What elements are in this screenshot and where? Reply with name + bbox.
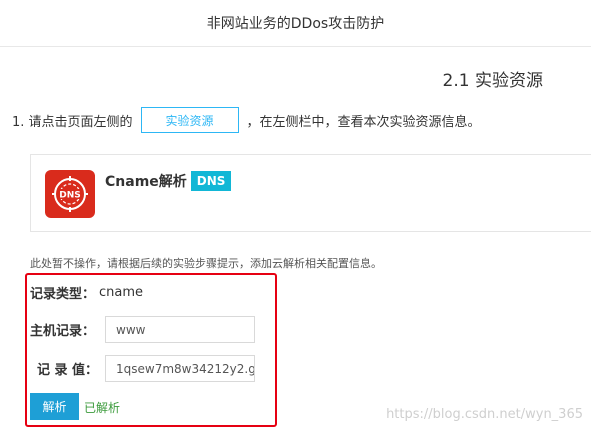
record-type-row: 记录类型： cname — [30, 283, 143, 302]
host-record-field[interactable]: www — [105, 316, 255, 343]
section-title: 2.1 实验资源 — [442, 71, 543, 91]
record-value-field[interactable]: 1qsew7m8w34212y2.g — [105, 355, 255, 382]
record-value-label: 记 录 值： — [37, 363, 99, 378]
page-header: 非网站业务的DDos攻击防护 — [0, 0, 591, 47]
record-type-label: 记录类型： — [30, 287, 96, 302]
dns-logo-text: DNS — [59, 191, 81, 201]
parse-status: 已解析 — [84, 401, 121, 415]
step-prefix: 1. 请点击页面左侧的 — [12, 114, 133, 130]
record-type-value: cname — [99, 285, 144, 300]
host-record-label: 主机记录： — [30, 324, 96, 339]
resource-name: Cname解析 DNS — [105, 171, 232, 191]
step-suffix: ，在左侧栏中，查看本次实验资源信息。 — [246, 114, 481, 130]
hint-text: 此处暂不操作，请根据后续的实验步骤提示，添加云解析相关配置信息。 — [30, 257, 382, 270]
parse-button[interactable]: 解析 — [30, 393, 79, 420]
page-title: 非网站业务的DDos攻击防护 — [206, 16, 385, 32]
resource-card: DNS Cname解析 DNS — [30, 154, 591, 232]
step-instruction: 1. 请点击页面左侧的 实验资源 ，在左侧栏中，查看本次实验资源信息。 — [12, 107, 481, 133]
experiment-resources-button[interactable]: 实验资源 — [140, 107, 239, 133]
watermark: https://blog.csdn.net/wyn_365 — [386, 407, 583, 422]
record-value-row: 记 录 值： — [37, 359, 98, 378]
dns-logo-icon: DNS — [45, 170, 95, 218]
host-record-row: 主机记录： — [30, 320, 95, 339]
dns-badge: DNS — [190, 171, 232, 191]
resource-name-text: Cname解析 — [105, 174, 187, 190]
